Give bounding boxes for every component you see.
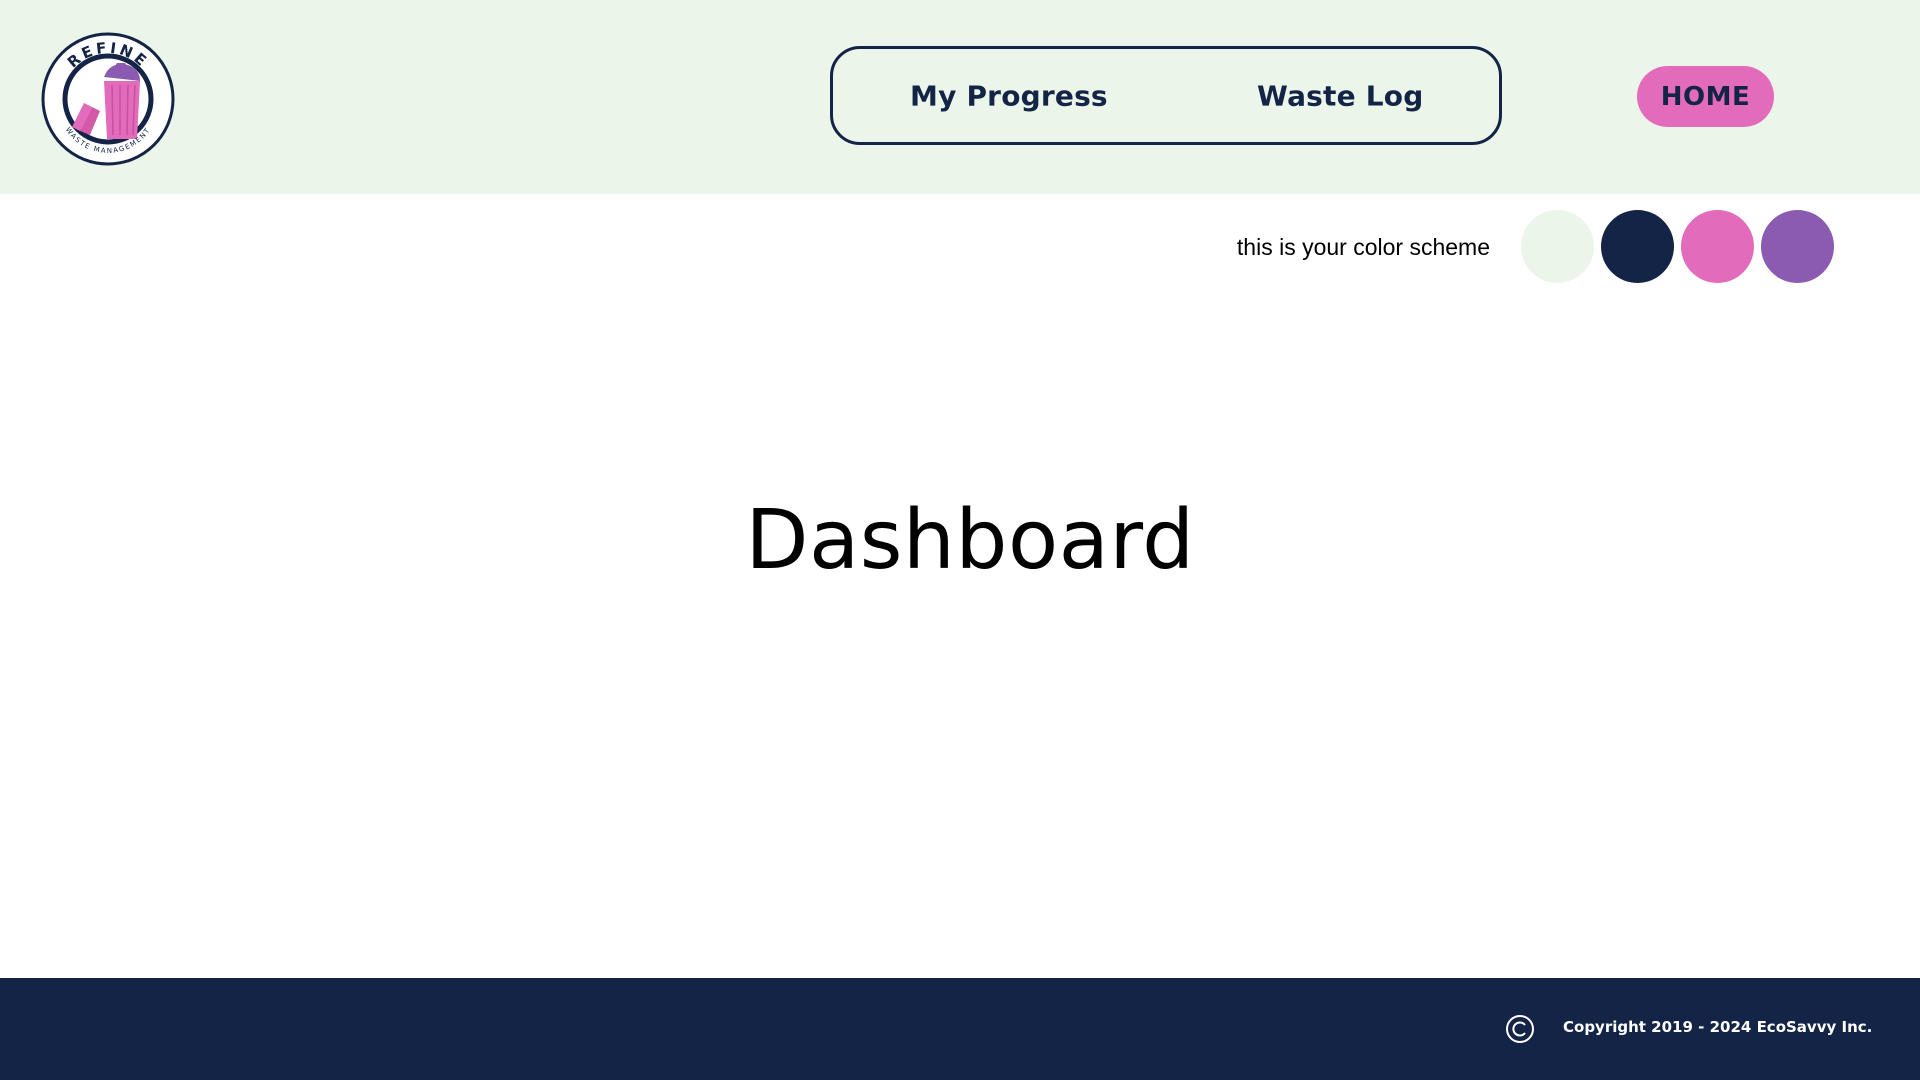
swatch-mint (1521, 210, 1594, 283)
swatch-purple (1761, 210, 1834, 283)
page-title: Dashboard (745, 493, 1195, 588)
swatch-navy (1601, 210, 1674, 283)
page: REFINE WASTE MANAGEMENT My Progress Wast… (0, 0, 1920, 1080)
nav-my-progress[interactable]: My Progress (910, 79, 1108, 112)
copyright-text: Copyright 2019 - 2024 EcoSavvy Inc. (1563, 1018, 1873, 1036)
copyright-icon (1504, 1013, 1536, 1045)
logo-icon: REFINE WASTE MANAGEMENT (41, 32, 175, 166)
main-nav: My Progress Waste Log (830, 46, 1502, 145)
color-scheme-label: this is your color scheme (1236, 234, 1490, 260)
header: REFINE WASTE MANAGEMENT My Progress Wast… (0, 0, 1920, 194)
refine-logo[interactable]: REFINE WASTE MANAGEMENT (40, 31, 176, 167)
home-button[interactable]: HOME (1637, 66, 1774, 127)
swatch-pink (1681, 210, 1754, 283)
color-scheme-swatches (1521, 210, 1834, 283)
nav-waste-log[interactable]: Waste Log (1257, 79, 1424, 112)
